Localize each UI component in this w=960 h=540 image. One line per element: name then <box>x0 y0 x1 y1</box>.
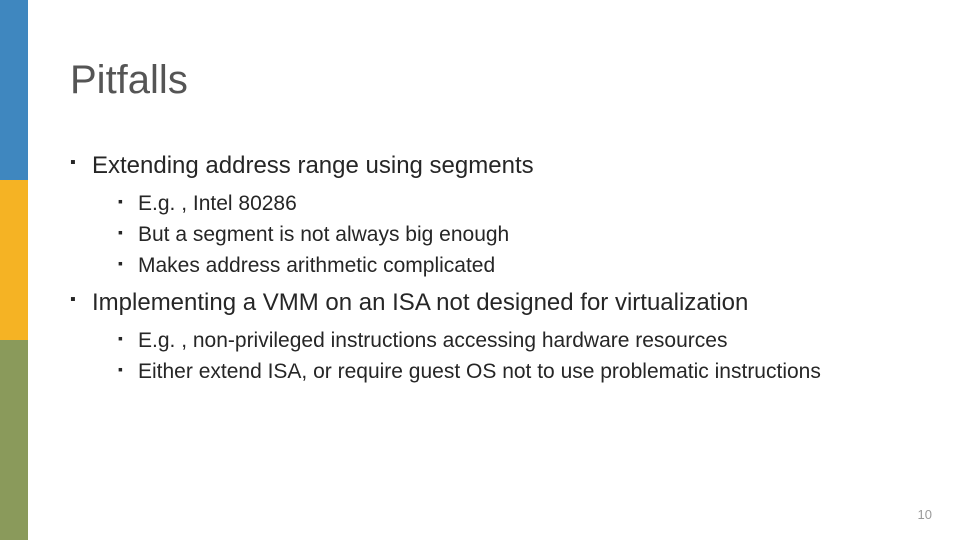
sidebar-accent <box>0 0 28 540</box>
sub-bullet-text: E.g. , Intel 80286 <box>138 192 297 215</box>
sub-bullet-text: Either extend ISA, or require guest OS n… <box>138 360 821 383</box>
bullet-text: Extending address range using segments <box>92 152 534 179</box>
accent-gold <box>0 180 28 340</box>
accent-olive <box>0 340 28 540</box>
sub-bullet-item: But a segment is not always big enough <box>118 222 920 249</box>
bullet-item: Implementing a VMM on an ISA not designe… <box>70 288 920 386</box>
sub-bullet-list: E.g. , Intel 80286 But a segment is not … <box>92 191 920 280</box>
content-area: Pitfalls Extending address range using s… <box>70 58 920 393</box>
sub-bullet-text: Makes address arithmetic complicated <box>138 254 495 277</box>
sub-bullet-list: E.g. , non-privileged instructions acces… <box>92 328 920 386</box>
accent-blue <box>0 0 28 180</box>
bullet-item: Extending address range using segments E… <box>70 151 920 280</box>
sub-bullet-item: E.g. , Intel 80286 <box>118 191 920 218</box>
slide-title: Pitfalls <box>70 58 920 103</box>
sub-bullet-item: E.g. , non-privileged instructions acces… <box>118 328 920 355</box>
sub-bullet-text: E.g. , non-privileged instructions acces… <box>138 329 727 352</box>
sub-bullet-text: But a segment is not always big enough <box>138 223 509 246</box>
bullet-list: Extending address range using segments E… <box>70 151 920 385</box>
slide: Pitfalls Extending address range using s… <box>0 0 960 540</box>
sub-bullet-item: Makes address arithmetic complicated <box>118 253 920 280</box>
page-number: 10 <box>918 507 932 522</box>
bullet-text: Implementing a VMM on an ISA not designe… <box>92 289 748 316</box>
sub-bullet-item: Either extend ISA, or require guest OS n… <box>118 359 920 386</box>
